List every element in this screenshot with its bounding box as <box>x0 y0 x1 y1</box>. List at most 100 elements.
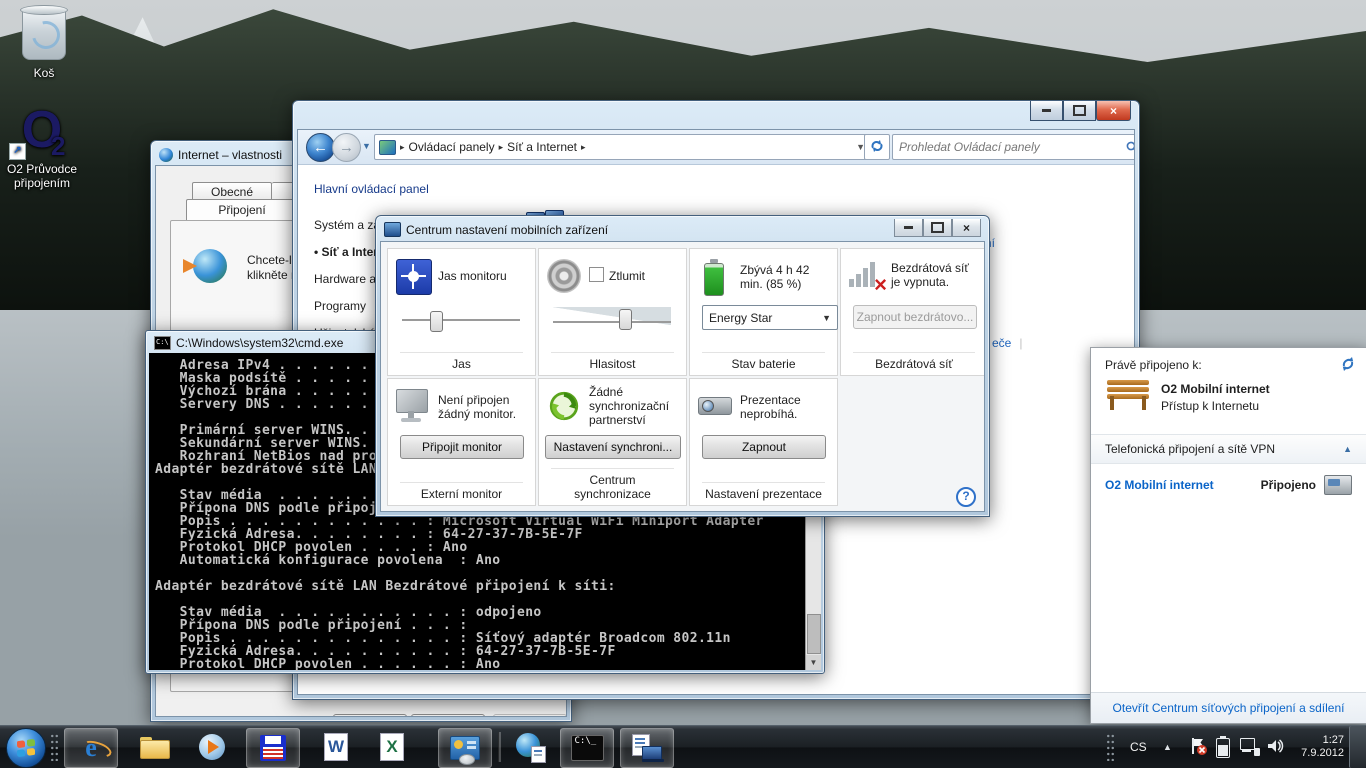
taskbar-ie-button[interactable]: e <box>64 728 118 768</box>
ok-button[interactable]: OK <box>333 714 407 717</box>
taskbar-floppy-app-button[interactable] <box>246 728 300 768</box>
enable-wireless-button[interactable]: Zapnout bezdrátovo... <box>853 305 977 329</box>
globe-icon <box>193 249 227 283</box>
cmd-title: C:\Windows\system32\cmd.exe <box>176 336 343 350</box>
wireless-footer: Bezdrátová síť <box>853 352 975 371</box>
tab-connections[interactable]: Připojení <box>186 199 298 221</box>
brightness-tile: Jas monitoru Jas <box>387 248 536 376</box>
scrollbar-thumb[interactable] <box>807 614 821 654</box>
show-desktop-button[interactable] <box>1349 726 1366 768</box>
external-display-tile: Není připojen žádný monitor. Připojit mo… <box>387 378 536 506</box>
volume-slider[interactable] <box>553 309 671 328</box>
presentation-status: Prezentace neprobíhá. <box>740 393 831 421</box>
vpn-section-label: Telefonická připojení a sítě VPN <box>1105 442 1275 456</box>
refresh-button[interactable] <box>864 134 890 160</box>
taskbar-mobility-button[interactable] <box>620 728 674 768</box>
settings-panel-icon <box>450 736 480 760</box>
word-icon: W <box>324 733 348 761</box>
close-button[interactable]: × <box>952 219 981 237</box>
recent-pages-chevron[interactable]: ▼ <box>362 141 371 151</box>
o2-logo-icon: O2 ↗ <box>7 104 77 160</box>
start-button[interactable] <box>6 728 46 768</box>
breadcrumb-current[interactable]: Síť a Internet <box>507 140 577 154</box>
sync-settings-button[interactable]: Nastavení synchroni... <box>545 435 681 459</box>
breadcrumb-root[interactable]: Ovládací panely <box>409 140 495 154</box>
speaker-icon <box>547 259 581 293</box>
window-controls: × <box>1030 101 1131 121</box>
forward-button[interactable]: → <box>332 133 361 162</box>
cancel-button[interactable]: Storno <box>411 714 485 717</box>
search-placeholder: Prohledat Ovládací panely <box>899 140 1126 154</box>
console-line: Protokol DHCP povolen . . . . . . : Ano <box>155 658 819 671</box>
toolbar-grip[interactable] <box>50 733 59 761</box>
presentation-on-button[interactable]: Zapnout <box>702 435 826 459</box>
connect-display-button[interactable]: Připojit monitor <box>400 435 524 459</box>
scroll-down-icon[interactable]: ▼ <box>806 655 821 670</box>
internet-options-icon <box>159 148 173 162</box>
crumb-separator-icon: ▸ <box>400 142 405 153</box>
taskbar-internet-options-button[interactable] <box>504 728 556 766</box>
clock-date: 7.9.2012 <box>1288 747 1344 760</box>
sidebar-home-link[interactable]: Hlavní ovládací panel <box>314 182 499 196</box>
media-player-icon <box>199 734 225 760</box>
language-indicator[interactable]: CS <box>1130 740 1147 754</box>
maximize-button[interactable] <box>1063 101 1096 121</box>
floppy-icon <box>260 735 286 761</box>
network-tray-icon[interactable] <box>1240 738 1260 756</box>
taskbar-separator <box>498 732 501 762</box>
recycle-bin-icon[interactable]: Koš <box>2 8 86 80</box>
mute-checkbox[interactable]: Ztlumit <box>589 267 680 283</box>
presentation-footer: Nastavení prezentace <box>702 482 825 501</box>
checkbox-icon[interactable] <box>589 267 604 282</box>
sync-tile: Žádné synchronizační partnerství Nastave… <box>538 378 687 506</box>
show-hidden-icons-chevron[interactable]: ▲ <box>1163 742 1172 752</box>
network-flyout: Právě připojeno k: O2 Mobilní internet P… <box>1090 347 1366 724</box>
help-icon[interactable]: ? <box>956 487 976 507</box>
taskbar-settings-app-button[interactable] <box>438 728 492 768</box>
back-button[interactable]: ← <box>306 133 335 162</box>
recycle-bin-label: Koš <box>2 66 86 80</box>
taskbar-explorer-button[interactable] <box>128 728 180 766</box>
vpn-connection-row[interactable]: O2 Mobilní internet Připojeno <box>1091 470 1366 500</box>
maximize-button[interactable] <box>923 219 952 237</box>
mobility-center-window: Centrum nastavení mobilních zařízení × J… <box>375 215 990 517</box>
apply-button[interactable]: Použít <box>493 714 567 717</box>
navigation-toolbar: ← → ▼ ▸ Ovládací panely ▸ Síť a Internet… <box>298 130 1134 165</box>
vpn-item-name[interactable]: O2 Mobilní internet <box>1105 478 1253 492</box>
power-plan-dropdown[interactable]: Energy Star▼ <box>702 305 838 330</box>
taskbar-cmd-button[interactable]: C:\_ <box>560 728 614 768</box>
collapse-chevron-icon[interactable]: ▲ <box>1343 444 1352 454</box>
tray-grip[interactable] <box>1106 733 1115 761</box>
taskbar-word-button[interactable]: W <box>310 728 362 766</box>
close-button[interactable]: × <box>1096 101 1131 121</box>
battery-footer: Stav baterie <box>702 352 825 371</box>
minimize-button[interactable] <box>1030 101 1063 121</box>
minimize-button[interactable] <box>894 219 923 237</box>
vpn-section-header[interactable]: Telefonická připojení a sítě VPN ▲ <box>1091 434 1366 464</box>
console-icon: C:\_ <box>571 735 604 761</box>
battery-status: Zbývá 4 h 42 min. (85 %) <box>740 263 831 291</box>
volume-footer: Hlasitost <box>551 352 674 371</box>
brightness-slider[interactable] <box>402 311 520 330</box>
globe-tasks-icon <box>516 733 544 761</box>
search-input[interactable]: Prohledat Ovládací panely <box>892 134 1135 160</box>
refresh-icon[interactable] <box>1340 356 1356 372</box>
windows-flag-icon <box>17 739 35 758</box>
taskbar-media-player-button[interactable] <box>186 728 238 766</box>
o2-shortcut-icon[interactable]: O2 ↗ O2 Průvodce připojením <box>0 104 84 190</box>
link-fragment[interactable]: eče <box>992 336 1011 350</box>
volume-tile: Ztlumit Hlasitost <box>538 248 687 376</box>
clock[interactable]: 1:27 7.9.2012 <box>1288 734 1344 760</box>
dialup-device-icon <box>1324 475 1352 495</box>
open-network-center-link[interactable]: Otevřít Centrum síťových připojení a sdí… <box>1113 701 1345 715</box>
connection-name: O2 Mobilní internet <box>1161 382 1270 396</box>
action-center-icon[interactable] <box>1188 736 1208 756</box>
mobility-body: Jas monitoru Jas Ztlumit Hlasitost <box>380 241 985 512</box>
address-bar[interactable]: ▸ Ovládací panely ▸ Síť a Internet ▸ ▼ <box>374 134 870 160</box>
sync-footer: Centrum synchronizace <box>551 468 674 501</box>
search-icon <box>1126 141 1135 154</box>
battery-tray-icon[interactable] <box>1216 738 1230 758</box>
wireless-off-icon: × <box>849 259 883 293</box>
volume-tray-icon[interactable] <box>1266 737 1284 758</box>
taskbar-excel-button[interactable]: X <box>366 728 418 766</box>
